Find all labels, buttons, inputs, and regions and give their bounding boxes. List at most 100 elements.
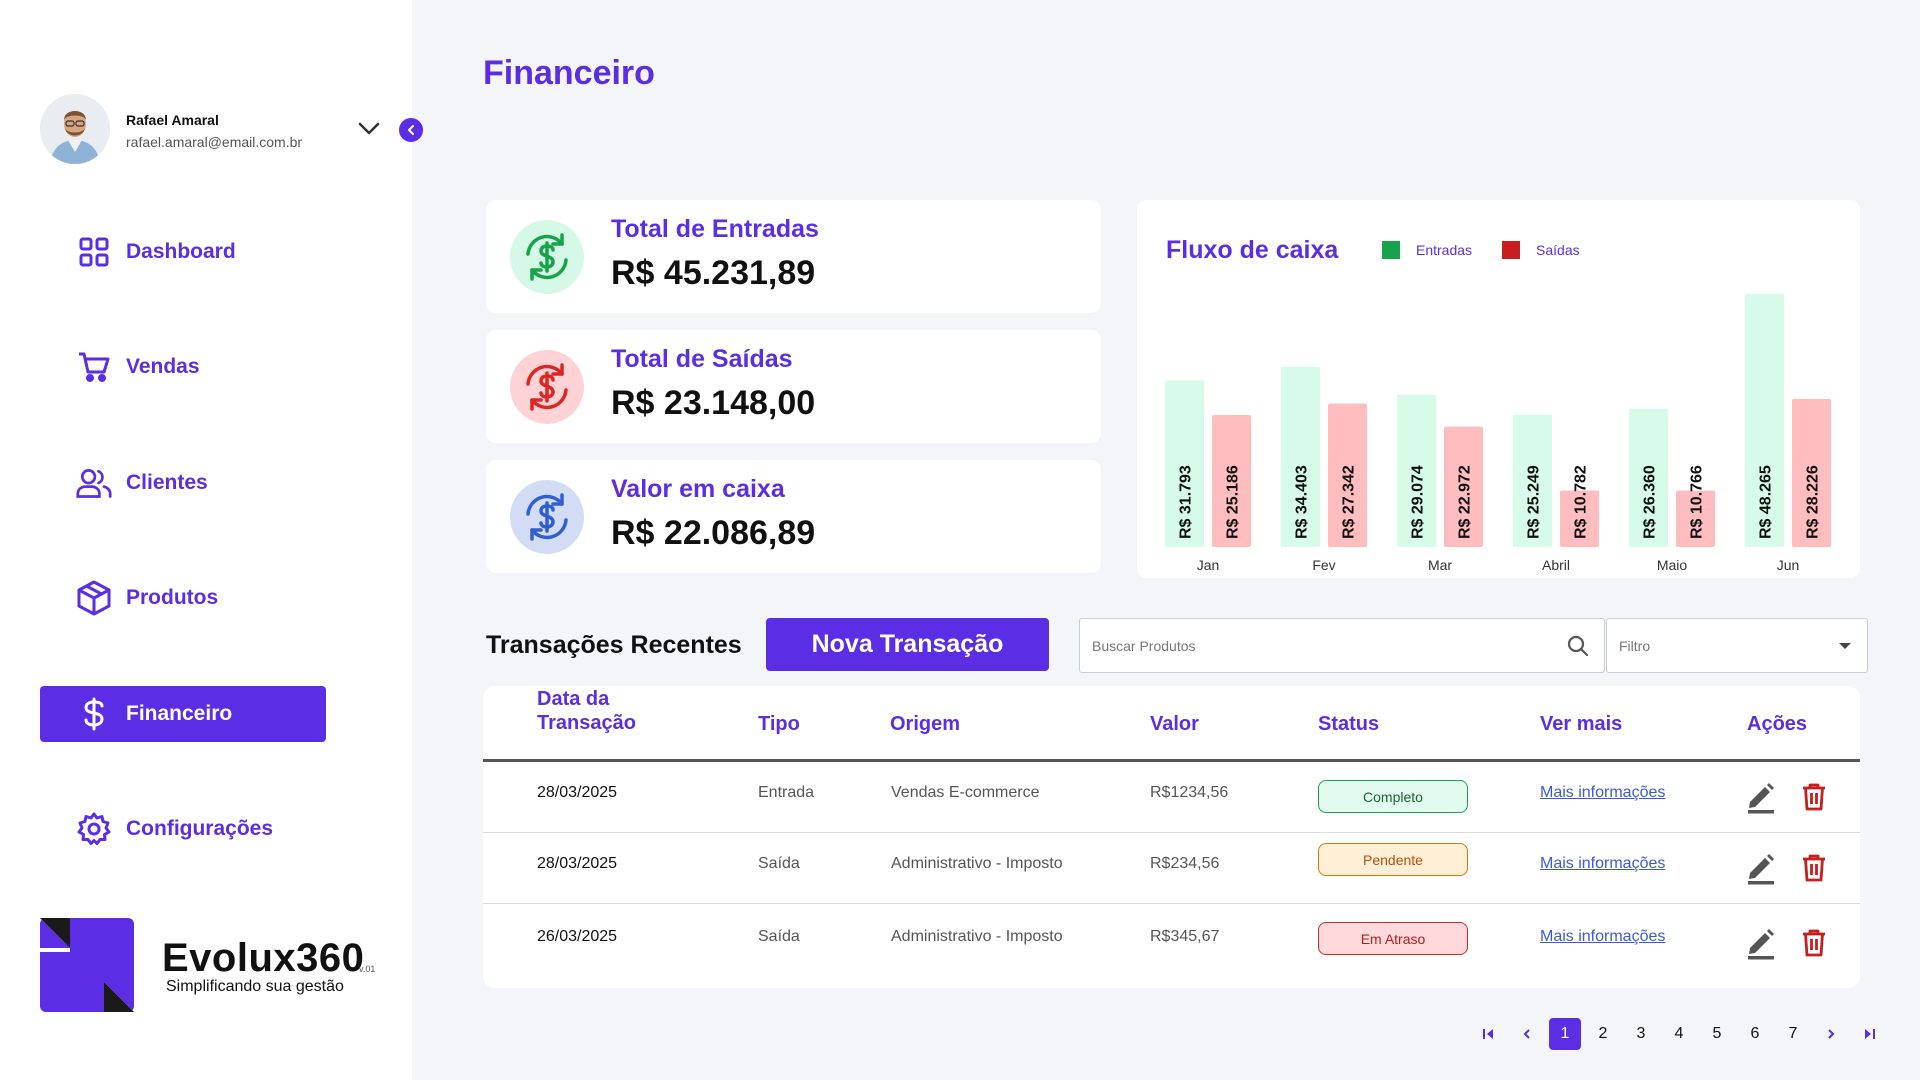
cell-value: R$1234,56	[1150, 784, 1229, 801]
avatar	[40, 94, 110, 164]
page-button-3[interactable]: 3	[1625, 1018, 1657, 1050]
bar-data-label: R$ 28.226	[1805, 465, 1822, 539]
cell-type: Saída	[758, 928, 800, 945]
chart-title: Fluxo de caixa	[1166, 236, 1339, 264]
sidebar-item-dashboard[interactable]: Dashboard	[40, 224, 326, 280]
user-profile[interactable]: Rafael Amaral rafael.amaral@email.com.br	[40, 94, 430, 166]
sidebar: Rafael Amaral rafael.amaral@email.com.br…	[0, 0, 412, 1080]
cell-value: R$234,56	[1150, 855, 1220, 872]
trash-icon[interactable]	[1801, 782, 1827, 812]
cashflow-in-icon	[510, 220, 584, 294]
search-icon[interactable]	[1566, 634, 1590, 658]
users-icon	[76, 465, 112, 501]
sidebar-item-produtos[interactable]: Produtos	[40, 570, 326, 626]
cell-origin: Administrativo - Imposto	[891, 928, 1063, 945]
first-page-button[interactable]	[1473, 1018, 1505, 1050]
bar-data-label: R$ 48.265	[1758, 465, 1775, 539]
table-row: 26/03/2025 Saída Administrativo - Impost…	[483, 904, 1860, 975]
page-button-4[interactable]: 4	[1663, 1018, 1695, 1050]
edit-icon[interactable]	[1746, 780, 1776, 814]
legend-swatch-saidas	[1502, 241, 1521, 259]
page-button-6[interactable]: 6	[1739, 1018, 1771, 1050]
sidebar-item-label: Clientes	[126, 471, 208, 494]
dollar-icon	[76, 696, 112, 732]
first-page-icon	[1483, 1029, 1493, 1039]
search-field	[1079, 618, 1605, 673]
column-header-acoes: Ações	[1747, 713, 1808, 735]
bar-data-label: R$ 25.186	[1225, 465, 1242, 539]
last-page-button[interactable]	[1853, 1018, 1885, 1050]
sidebar-item-financeiro[interactable]: Financeiro	[40, 686, 326, 742]
cashflow-balance-icon	[510, 480, 584, 554]
cell-origin: Vendas E-commerce	[891, 784, 1040, 801]
sidebar-item-vendas[interactable]: Vendas	[40, 339, 326, 395]
column-header-ver-mais: Ver mais	[1540, 713, 1623, 735]
page-button-2[interactable]: 2	[1587, 1018, 1619, 1050]
search-input[interactable]	[1092, 633, 1552, 659]
card-label: Total de Saídas	[611, 345, 793, 373]
cell-date: 26/03/2025	[537, 928, 618, 945]
card-label: Total de Entradas	[611, 215, 819, 243]
table-row: 28/03/2025 Saída Administrativo - Impost…	[483, 833, 1860, 904]
brand-version: v.01	[359, 964, 376, 974]
legend-label: Entradas	[1416, 242, 1473, 258]
table-row: 28/03/2025 Entrada Vendas E-commerce R$1…	[483, 762, 1860, 833]
bar-data-label: R$ 29.074	[1410, 465, 1427, 539]
page-button-1[interactable]: 1	[1549, 1018, 1581, 1050]
bar-data-label: R$ 34.403	[1294, 465, 1311, 539]
filter-label: Filtro	[1619, 638, 1651, 654]
bar-data-label: R$ 22.972	[1457, 465, 1474, 539]
column-header-data: Data da Transação	[537, 688, 636, 734]
cart-icon	[76, 349, 112, 385]
sidebar-item-configuracoes[interactable]: Configurações	[40, 801, 326, 857]
trash-icon[interactable]	[1801, 853, 1827, 883]
cell-type: Entrada	[758, 784, 815, 801]
x-tick-label: Mar	[1428, 557, 1452, 573]
more-info-link[interactable]: Mais informações	[1540, 928, 1665, 946]
page-button-5[interactable]: 5	[1701, 1018, 1733, 1050]
sidebar-item-label: Vendas	[126, 355, 200, 378]
summary-card-saidas: Total de Saídas R$ 23.148,00	[486, 330, 1101, 443]
prev-page-button[interactable]	[1511, 1018, 1543, 1050]
user-email: rafael.amaral@email.com.br	[126, 134, 303, 150]
next-page-button[interactable]	[1815, 1018, 1847, 1050]
page-title: Financeiro	[483, 54, 655, 92]
bar-data-label: R$ 26.360	[1642, 465, 1659, 539]
column-header-origem: Origem	[890, 713, 961, 735]
more-info-link[interactable]: Mais informações	[1540, 784, 1665, 802]
sidebar-item-label: Financeiro	[126, 702, 233, 725]
trash-icon[interactable]	[1801, 928, 1827, 958]
card-value: R$ 22.086,89	[611, 514, 816, 552]
card-value: R$ 45.231,89	[611, 254, 816, 292]
logo-mark-icon	[40, 918, 134, 1012]
x-tick-label: Fev	[1312, 557, 1335, 573]
x-tick-label: Maio	[1657, 557, 1688, 573]
last-page-icon	[1865, 1029, 1875, 1039]
edit-icon[interactable]	[1746, 851, 1776, 885]
sidebar-item-label: Produtos	[126, 586, 219, 609]
chevron-down-icon[interactable]	[356, 118, 382, 138]
transactions-table: Data da Transação Tipo Origem Valor Stat…	[483, 686, 1860, 988]
filter-select[interactable]: Filtro	[1606, 618, 1868, 673]
column-header-status: Status	[1318, 713, 1380, 735]
brand-tagline: Simplificando sua gestão	[166, 978, 344, 995]
page-button-7[interactable]: 7	[1777, 1018, 1809, 1050]
x-tick-label: Jun	[1777, 557, 1800, 573]
summary-card-entradas: Total de Entradas R$ 45.231,89	[486, 200, 1101, 313]
collapse-sidebar-button[interactable]	[399, 118, 423, 142]
sidebar-item-label: Dashboard	[126, 240, 236, 263]
edit-icon[interactable]	[1746, 926, 1776, 960]
new-transaction-button[interactable]: Nova Transação	[766, 618, 1049, 671]
gear-icon	[76, 811, 112, 847]
cell-type: Saída	[758, 855, 800, 872]
more-info-link[interactable]: Mais informações	[1540, 855, 1665, 873]
sidebar-item-clientes[interactable]: Clientes	[40, 455, 326, 511]
section-title: Transações Recentes	[486, 631, 742, 659]
cashflow-chart: R$ 31.793 R$ 25.186 Jan R$ 34.403 R$ 27.342 F…	[1137, 200, 1860, 578]
cell-origin: Administrativo - Imposto	[891, 855, 1063, 872]
x-tick-label: Jan	[1197, 557, 1220, 573]
bar-data-label: R$ 10.766	[1689, 465, 1706, 539]
card-label: Valor em caixa	[611, 475, 785, 503]
chevron-left-icon	[1523, 1029, 1530, 1039]
user-name: Rafael Amaral	[126, 112, 219, 128]
